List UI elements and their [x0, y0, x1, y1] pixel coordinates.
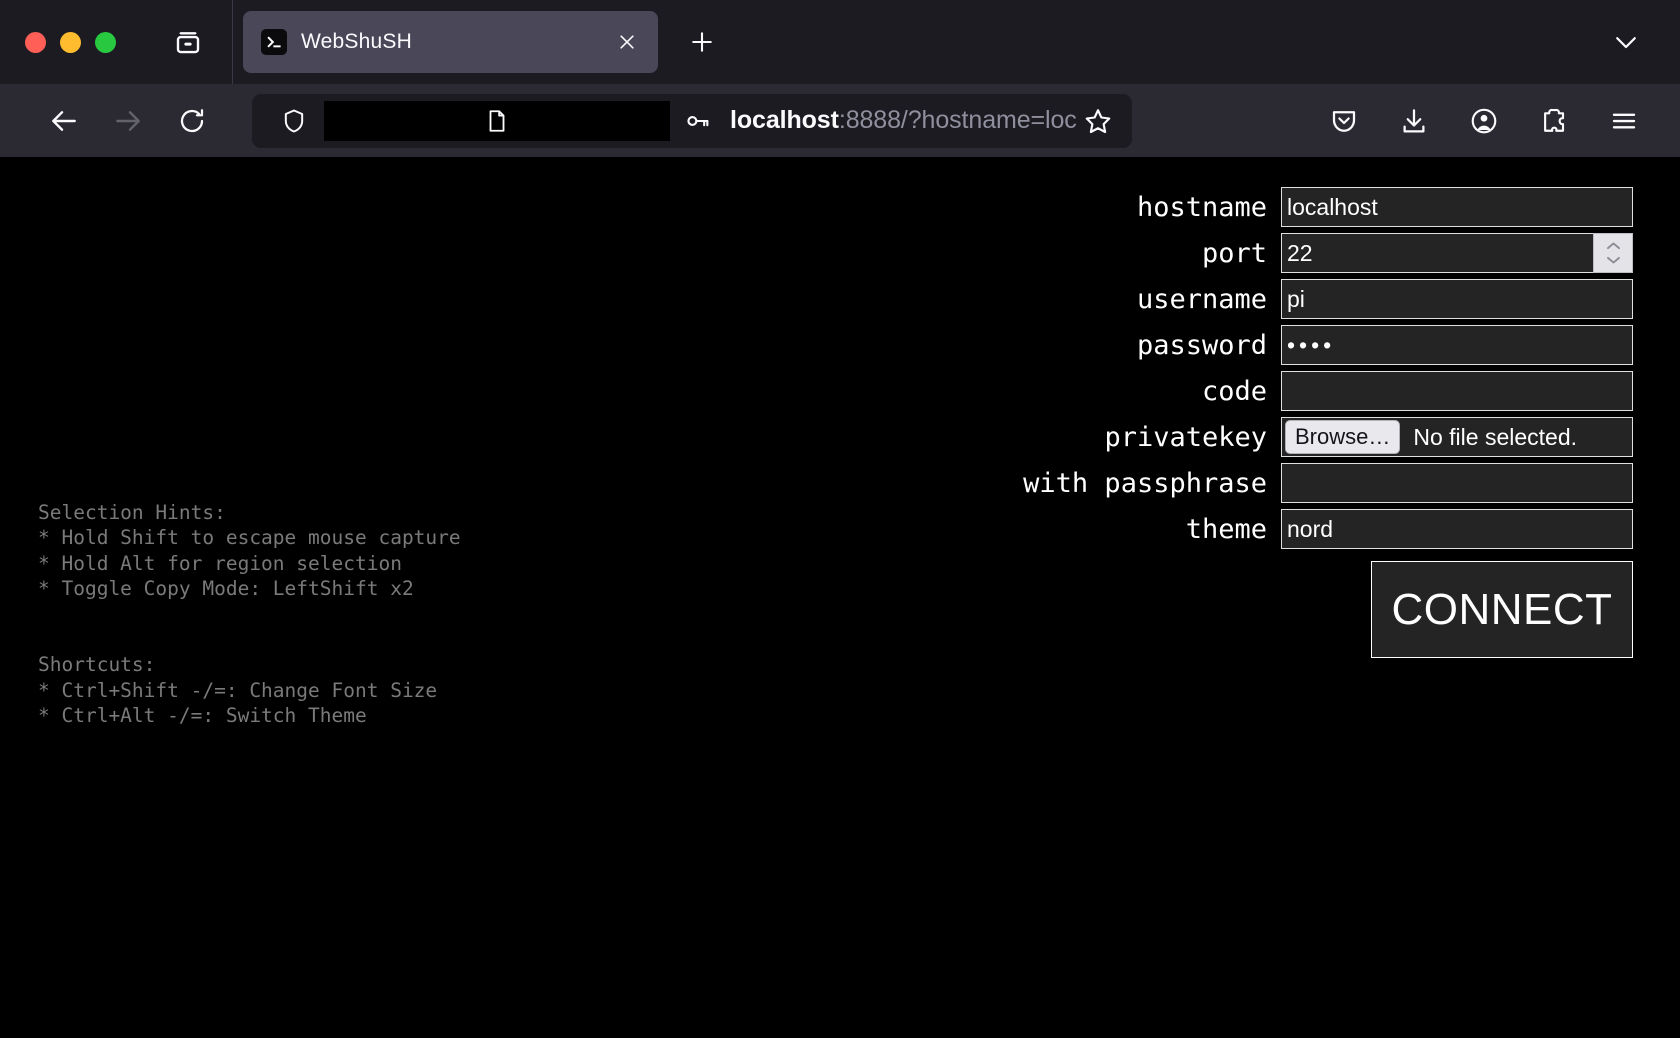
close-window-button[interactable]	[25, 31, 46, 53]
password-value: ••••	[1287, 331, 1336, 358]
hostname-value: localhost	[1287, 193, 1378, 220]
stepper-up-icon	[1606, 242, 1620, 250]
shield-icon[interactable]	[274, 101, 314, 141]
tab-title: WebShuSH	[301, 30, 412, 53]
tab-overview-button[interactable]	[166, 20, 210, 64]
account-button[interactable]	[1460, 97, 1508, 145]
form-row-code: code	[1000, 371, 1633, 411]
theme-label: theme	[1185, 513, 1267, 545]
list-all-tabs-button[interactable]	[1606, 22, 1646, 62]
menu-button[interactable]	[1600, 97, 1648, 145]
star-icon	[1083, 106, 1113, 136]
tabstrip-divider	[232, 0, 233, 84]
extensions-icon	[1539, 106, 1569, 136]
stepper-down-icon	[1606, 256, 1620, 264]
url-bar[interactable]: localhost:8888/?hostname=localhost&theme…	[252, 93, 1132, 148]
connect-button[interactable]: CONNECT	[1371, 561, 1633, 658]
extensions-button[interactable]	[1530, 97, 1578, 145]
code-label: code	[1201, 375, 1267, 407]
privatekey-label: privatekey	[1104, 421, 1267, 453]
navigation-toolbar: localhost:8888/?hostname=localhost&theme…	[0, 84, 1680, 157]
account-icon	[1469, 106, 1499, 136]
chevron-down-icon	[1611, 27, 1641, 57]
tab-strip: WebShuSH	[0, 0, 1680, 84]
reload-icon	[177, 106, 207, 136]
downloads-icon	[1399, 106, 1429, 136]
plus-icon	[688, 28, 716, 56]
form-row-passphrase: with passphrase	[1000, 463, 1633, 503]
form-row-port: port 22	[1000, 233, 1633, 273]
key-icon[interactable]	[678, 101, 718, 141]
hostname-input[interactable]: localhost	[1281, 187, 1633, 227]
forward-arrow-icon	[112, 105, 144, 137]
passphrase-input[interactable]	[1281, 463, 1633, 503]
privatekey-file-input[interactable]: Browse… No file selected.	[1281, 417, 1633, 457]
bookmark-button[interactable]	[1076, 99, 1120, 143]
username-value: pi	[1287, 285, 1305, 312]
ssh-connect-form: hostname localhost port 22 username pi p…	[1000, 187, 1633, 658]
pocket-icon	[1329, 106, 1359, 136]
form-row-hostname: hostname localhost	[1000, 187, 1633, 227]
tab-close-button[interactable]	[612, 27, 642, 57]
browse-button[interactable]: Browse…	[1285, 420, 1401, 454]
form-row-privatekey: privatekey Browse… No file selected.	[1000, 417, 1633, 457]
url-host: localhost	[730, 106, 839, 134]
tab-overview-icon	[173, 27, 203, 57]
toolbar-right-group	[1320, 97, 1662, 145]
terminal-favicon	[261, 29, 287, 55]
password-label: password	[1136, 329, 1267, 361]
back-arrow-icon	[48, 105, 80, 137]
downloads-button[interactable]	[1390, 97, 1438, 145]
username-input[interactable]: pi	[1281, 279, 1633, 319]
form-row-username: username pi	[1000, 279, 1633, 319]
menu-icon	[1609, 106, 1639, 136]
pocket-button[interactable]	[1320, 97, 1368, 145]
theme-value: nord	[1287, 515, 1334, 542]
webshush-page: Selection Hints: * Hold Shift to escape …	[0, 157, 1680, 1038]
url-path: :8888/?hostname=localhost&theme=nord	[838, 106, 1076, 134]
back-button[interactable]	[40, 97, 88, 145]
connect-row: CONNECT	[1000, 561, 1633, 658]
browser-tab-webshush[interactable]: WebShuSH	[243, 11, 658, 73]
passphrase-label: with passphrase	[1023, 467, 1267, 499]
new-tab-button[interactable]	[682, 22, 722, 62]
url-text[interactable]: localhost:8888/?hostname=localhost&theme…	[730, 106, 1076, 135]
zoom-window-button[interactable]	[95, 31, 116, 53]
page-icon[interactable]	[324, 100, 670, 141]
browser-window: WebShuSH localhost:8888/?hostname=loc Se…	[0, 0, 1680, 1038]
password-input[interactable]: ••••	[1281, 325, 1633, 365]
terminal-hints-text: Selection Hints: * Hold Shift to escape …	[38, 501, 461, 728]
port-stepper[interactable]	[1593, 233, 1633, 273]
reload-button[interactable]	[168, 97, 216, 145]
port-input[interactable]: 22	[1281, 233, 1633, 273]
minimize-window-button[interactable]	[60, 31, 81, 53]
port-label: port	[1201, 237, 1267, 269]
code-input[interactable]	[1281, 371, 1633, 411]
form-row-theme: theme nord	[1000, 509, 1633, 549]
hostname-label: hostname	[1136, 191, 1267, 223]
form-row-password: password ••••	[1000, 325, 1633, 365]
theme-input[interactable]: nord	[1281, 509, 1633, 549]
username-label: username	[1136, 283, 1267, 315]
forward-button[interactable]	[104, 97, 152, 145]
window-controls	[0, 31, 116, 53]
port-value: 22	[1287, 239, 1313, 266]
file-status-label: No file selected.	[1413, 423, 1577, 450]
